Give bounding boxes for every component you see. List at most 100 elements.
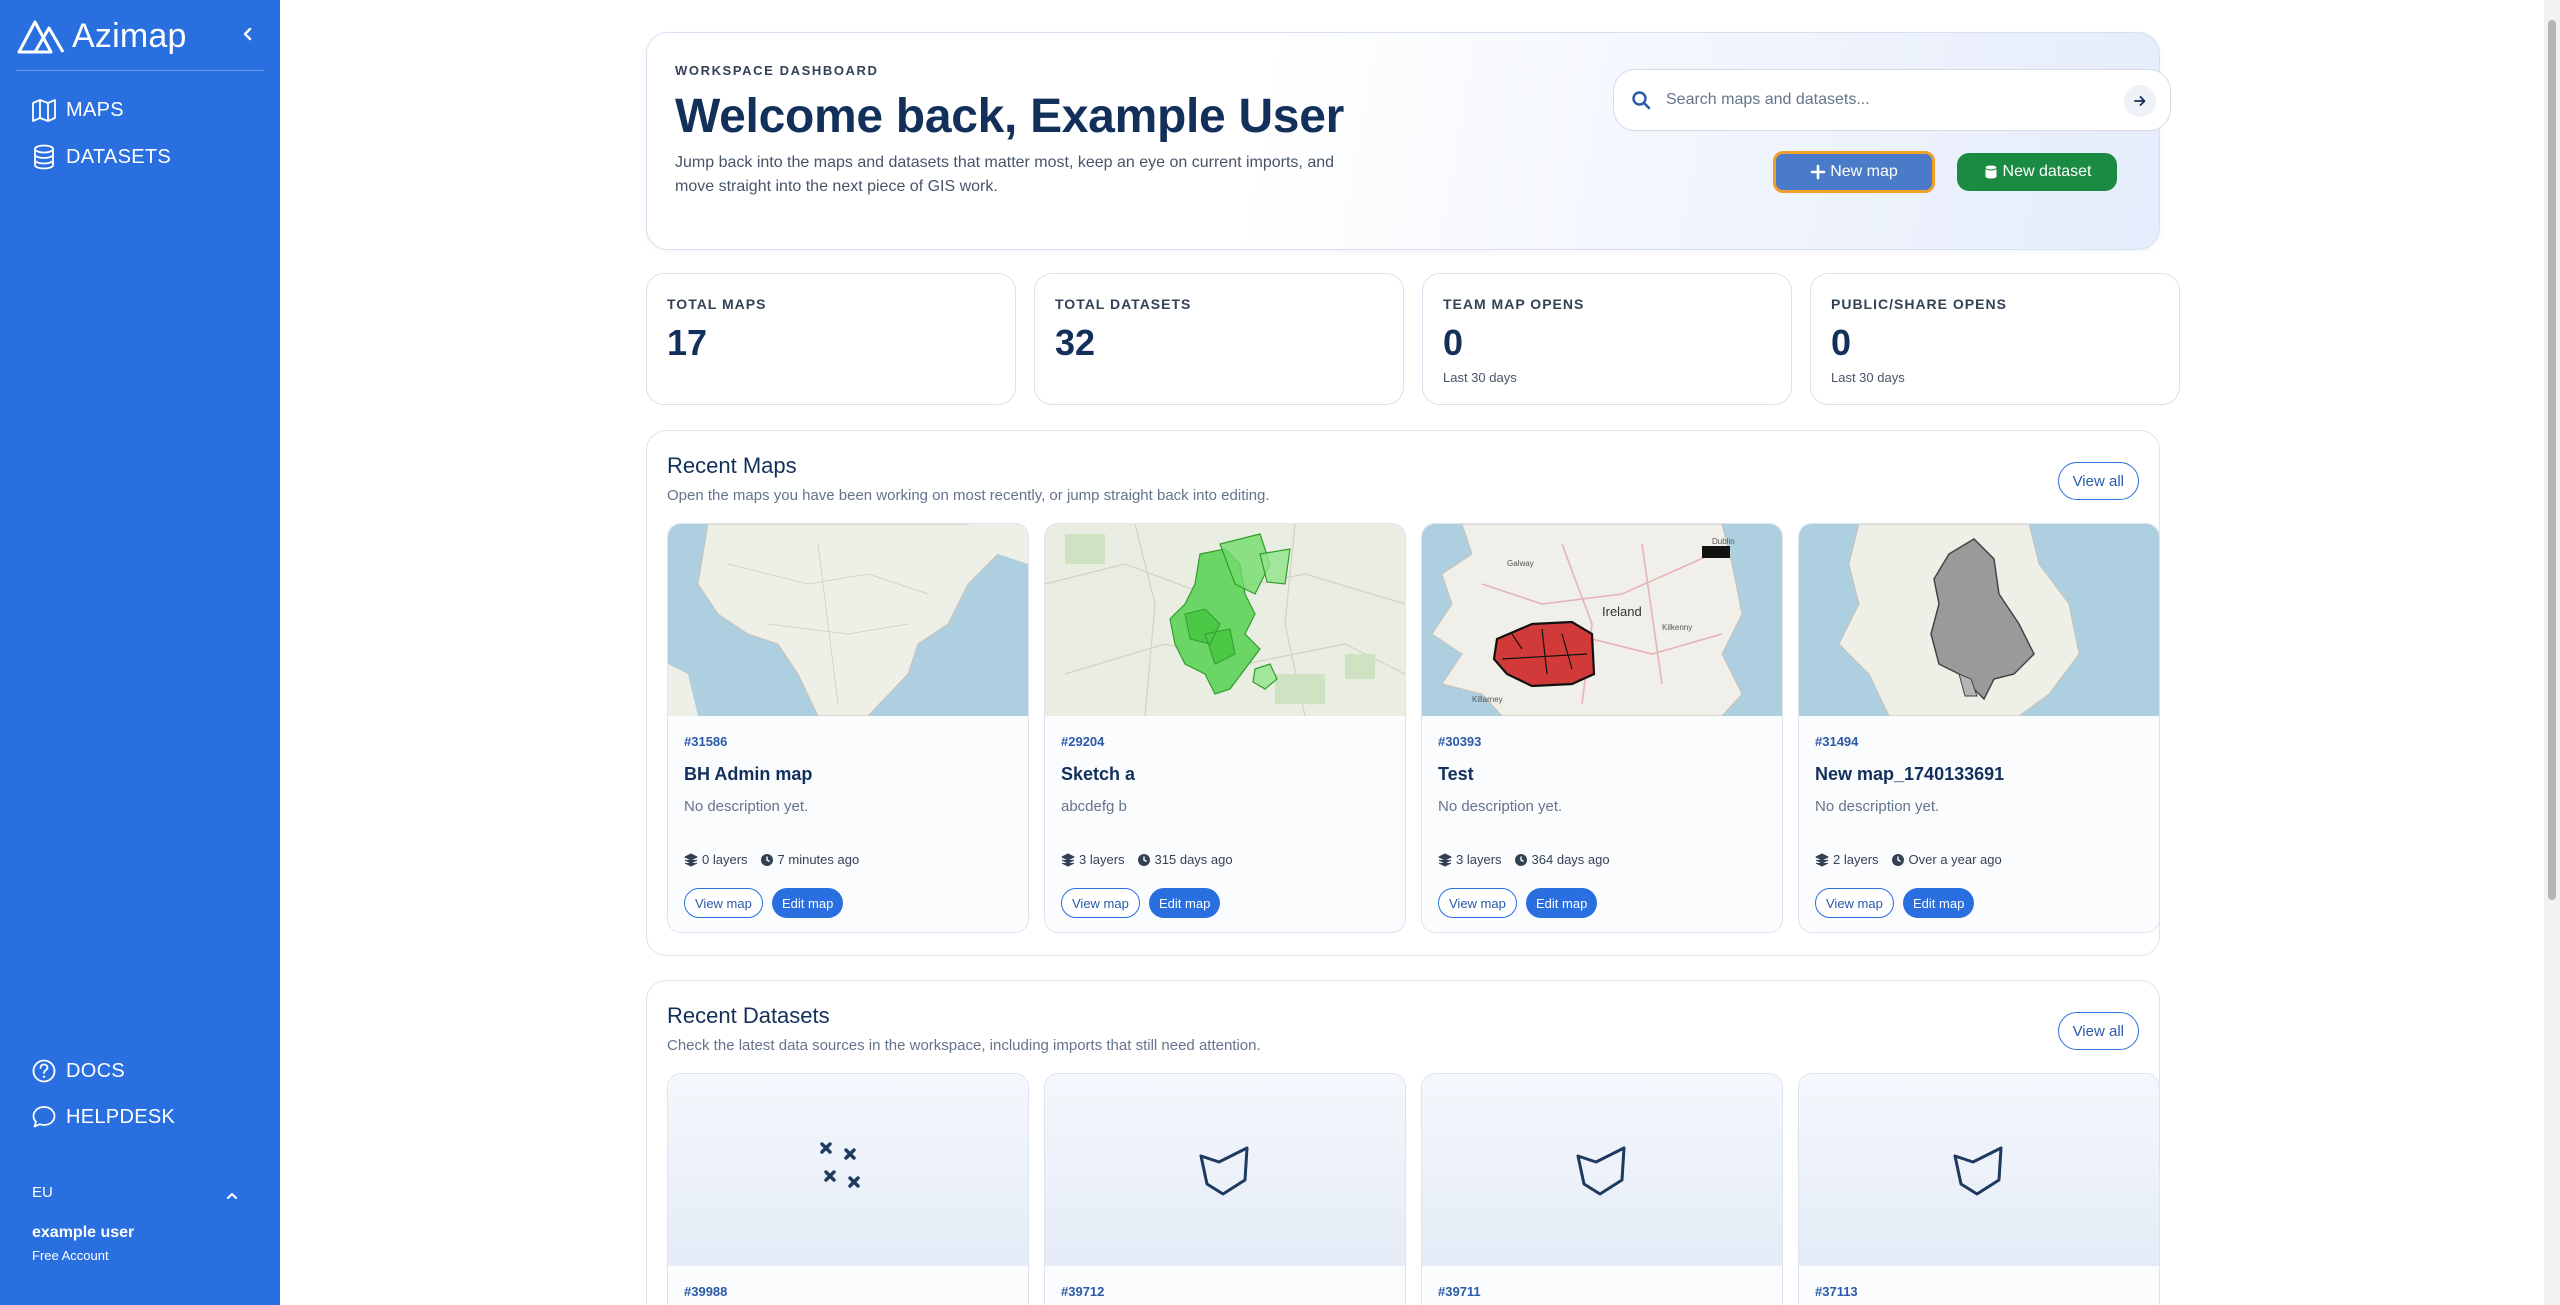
stat-value: 32 — [1055, 322, 1096, 363]
search-input[interactable] — [1666, 91, 2106, 109]
hero-description: Jump back into the maps and datasets tha… — [675, 154, 1335, 195]
layer-count: 0 layers — [702, 852, 748, 867]
section-title: Recent Datasets — [667, 1003, 830, 1028]
sidebar-item-label: HELPDESK — [66, 1105, 176, 1128]
stat-period: Last 30 days — [1443, 370, 1517, 385]
scrollbar-thumb[interactable] — [2548, 20, 2556, 900]
dataset-thumbnail — [668, 1074, 1028, 1266]
view-all-maps-button[interactable]: View all — [2057, 462, 2139, 500]
new-dataset-label: New dataset — [2002, 163, 2092, 180]
stat-card-total-maps: TOTAL MAPS 17 — [646, 273, 1016, 405]
map-description: abcdefg b — [1061, 798, 1127, 815]
section-title: Recent Maps — [667, 453, 797, 478]
clock-icon — [760, 853, 773, 866]
map-thumbnail[interactable]: Ireland Galway Dublin Kilkenny Killarney — [1422, 524, 1782, 716]
map-title: BH Admin map — [684, 764, 813, 784]
map-thumbnail[interactable] — [1045, 524, 1405, 716]
search-icon — [1632, 91, 1651, 110]
map-description: No description yet. — [1438, 798, 1563, 815]
map-thumbnail[interactable] — [668, 524, 1028, 716]
user-name[interactable]: example user — [32, 1224, 134, 1242]
map-id: #31586 — [684, 734, 728, 749]
clock-icon — [1514, 853, 1527, 866]
sidebar-item-label: DATASETS — [66, 145, 172, 168]
search-submit-button[interactable] — [2124, 85, 2156, 117]
layers-icon — [1438, 853, 1452, 866]
view-map-button[interactable]: View map — [1438, 888, 1517, 918]
new-map-label: New map — [1830, 163, 1898, 180]
map-label-ireland: Ireland — [1602, 604, 1642, 619]
stat-value: 17 — [667, 322, 708, 363]
edit-map-button[interactable]: Edit map — [1903, 888, 1975, 918]
stat-label: TOTAL DATASETS — [1055, 296, 1192, 312]
map-id: #29204 — [1061, 734, 1105, 749]
map-card[interactable]: Ireland Galway Dublin Kilkenny Killarney… — [1421, 523, 1783, 933]
new-dataset-button[interactable]: New dataset — [1957, 153, 2117, 191]
view-all-datasets-button[interactable]: View all — [2057, 1012, 2139, 1050]
arrow-right-icon — [2134, 96, 2146, 106]
map-title: New map_1740133691 — [1815, 764, 2005, 784]
sidebar-item-label: DOCS — [66, 1059, 125, 1082]
dataset-card[interactable]: #39988 — [667, 1073, 1029, 1305]
updated-time: 364 days ago — [1531, 852, 1610, 867]
dataset-id: #39711 — [1438, 1284, 1481, 1299]
clock-icon — [1891, 853, 1904, 866]
azimap-logo-icon — [17, 20, 65, 54]
hero-eyebrow: WORKSPACE DASHBOARD — [675, 63, 879, 78]
map-icon — [32, 99, 56, 122]
updated-time: 7 minutes ago — [777, 852, 860, 867]
database-icon — [34, 144, 54, 170]
map-id: #31494 — [1815, 734, 1859, 749]
chevron-up-icon[interactable] — [224, 1188, 240, 1204]
map-card[interactable]: #31586 BH Admin map No description yet. … — [667, 523, 1029, 933]
sidebar-item-label: MAPS — [66, 98, 124, 121]
stat-label: TEAM MAP OPENS — [1443, 296, 1585, 312]
sidebar-item-helpdesk[interactable]: HELPDESK — [30, 1103, 175, 1131]
region-selector[interactable]: EU — [32, 1184, 53, 1201]
dataset-thumbnail — [1799, 1074, 2159, 1266]
sidebar-divider — [16, 70, 264, 71]
points-icon — [820, 1142, 860, 1188]
map-label-dublin: Dublin — [1712, 537, 1735, 546]
updated-time: 315 days ago — [1154, 852, 1233, 867]
collapse-sidebar-icon[interactable] — [238, 24, 258, 44]
dataset-card[interactable]: #39711 — [1421, 1073, 1783, 1305]
view-map-button[interactable]: View map — [684, 888, 763, 918]
chat-bubble-icon — [32, 1106, 56, 1128]
map-label-kilkenny: Kilkenny — [1662, 623, 1692, 632]
map-meta: 2 layers Over a year ago — [1815, 852, 2002, 867]
map-meta: 3 layers 364 days ago — [1438, 852, 1610, 867]
section-subtitle: Open the maps you have been working on m… — [667, 487, 1270, 504]
view-map-button[interactable]: View map — [1815, 888, 1894, 918]
map-thumbnail[interactable] — [1799, 524, 2159, 716]
map-title: Sketch a — [1061, 764, 1136, 784]
stat-value: 0 — [1831, 322, 1852, 363]
sidebar-item-datasets[interactable]: DATASETS — [30, 143, 171, 171]
edit-map-button[interactable]: Edit map — [1526, 888, 1598, 918]
stat-card-team-map-opens: TEAM MAP OPENS 0 Last 30 days — [1422, 273, 1792, 405]
dataset-id: #37113 — [1815, 1284, 1858, 1299]
sidebar-item-docs[interactable]: DOCS — [30, 1057, 125, 1085]
stat-card-public-share-opens: PUBLIC/SHARE OPENS 0 Last 30 days — [1810, 273, 2180, 405]
map-card[interactable]: #31494 New map_1740133691 No description… — [1798, 523, 2160, 933]
view-map-button[interactable]: View map — [1061, 888, 1140, 918]
dataset-card[interactable]: #37113 — [1798, 1073, 2160, 1305]
layer-count: 3 layers — [1456, 852, 1502, 867]
recent-datasets-panel: Recent Datasets Check the latest data so… — [646, 980, 2160, 1305]
edit-map-button[interactable]: Edit map — [772, 888, 844, 918]
stat-card-total-datasets: TOTAL DATASETS 32 — [1034, 273, 1404, 405]
new-map-button[interactable]: New map — [1773, 151, 1935, 193]
map-description: No description yet. — [684, 798, 809, 815]
layer-count: 2 layers — [1833, 852, 1879, 867]
page-title: Welcome back, Example User — [675, 90, 1344, 143]
brand-logo[interactable]: Azimap — [16, 14, 187, 58]
map-meta: 0 layers 7 minutes ago — [684, 852, 859, 867]
map-card[interactable]: #29204 Sketch a abcdefg b 3 layers 315 d… — [1044, 523, 1406, 933]
edit-map-button[interactable]: Edit map — [1149, 888, 1221, 918]
brand-name: Azimap — [72, 16, 187, 55]
dataset-card[interactable]: #39712 — [1044, 1073, 1406, 1305]
map-meta: 3 layers 315 days ago — [1061, 852, 1233, 867]
sidebar-item-maps[interactable]: MAPS — [30, 96, 124, 124]
clock-icon — [1137, 853, 1150, 866]
layer-count: 3 layers — [1079, 852, 1125, 867]
